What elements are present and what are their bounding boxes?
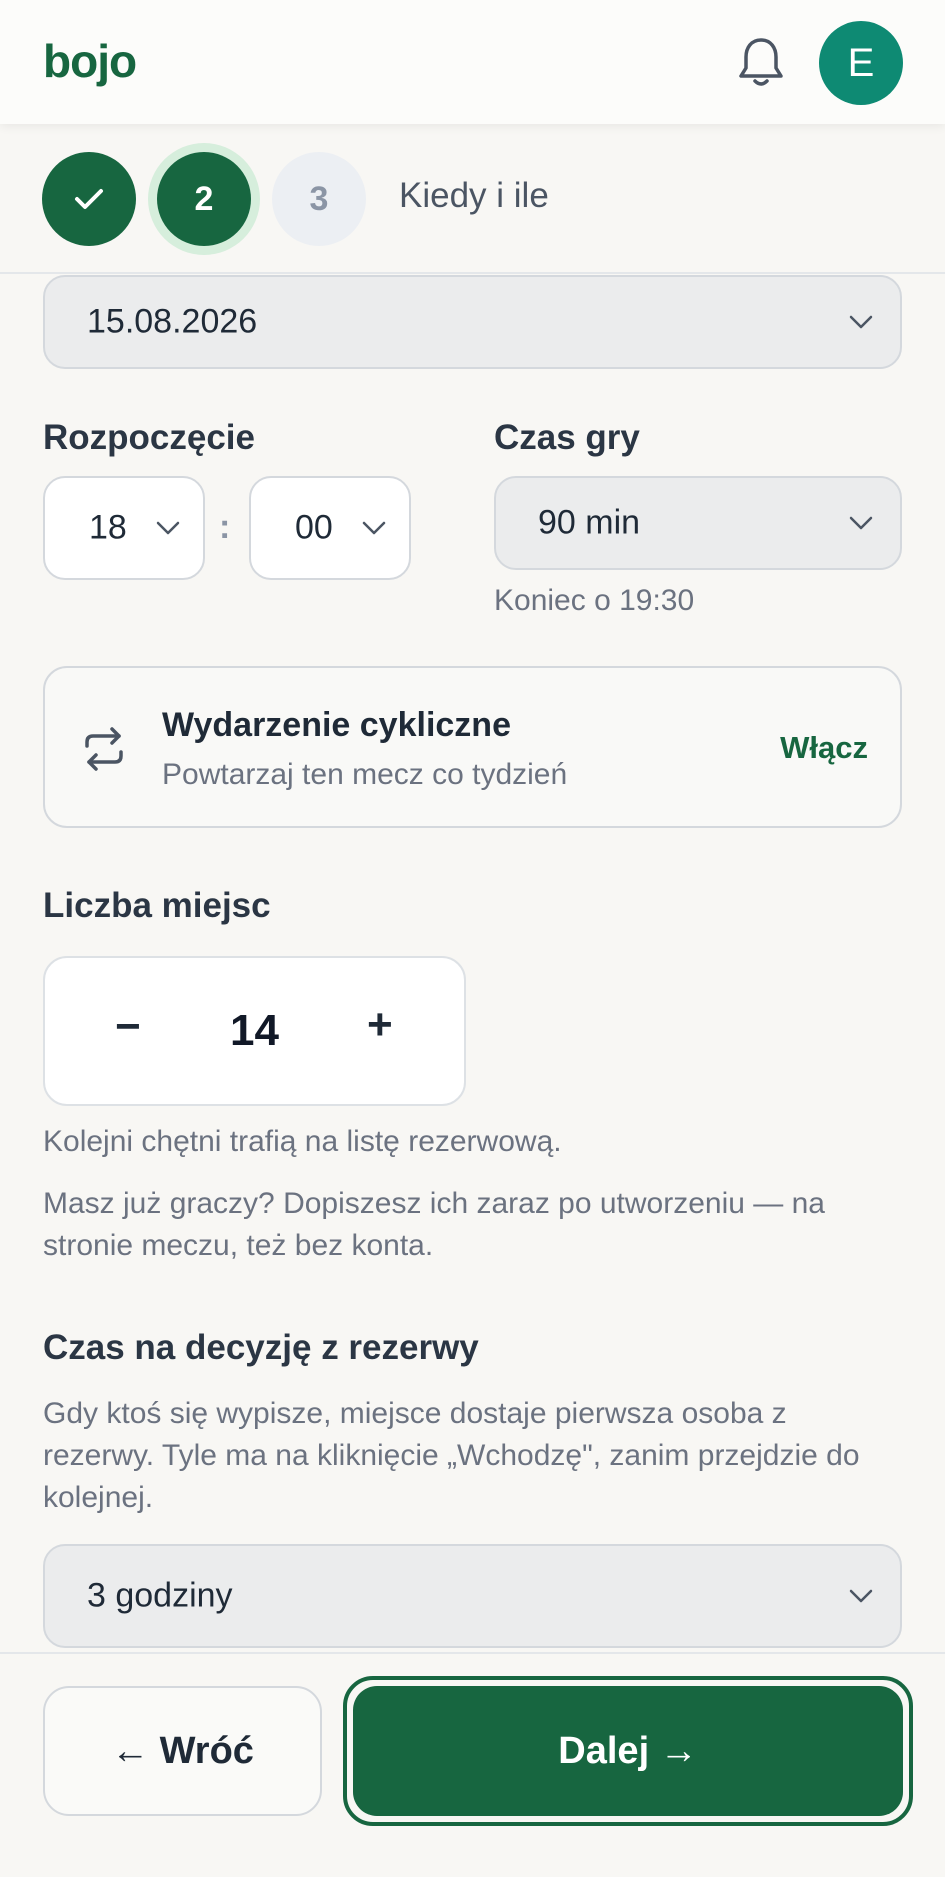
- chevron-down-icon: [849, 1589, 873, 1603]
- progress-stepper: 2 3 Kiedy i ile: [0, 124, 945, 274]
- bottom-action-bar: ← Wróć Dalej →: [0, 1652, 945, 1877]
- duration-label: Czas gry: [494, 418, 640, 457]
- seats-stepper: − 14 +: [43, 956, 466, 1106]
- seats-label: Liczba miejsc: [43, 886, 271, 925]
- step-2-current: 2: [157, 152, 251, 246]
- recurring-enable-button[interactable]: Włącz: [780, 730, 868, 766]
- players-hint: Masz już graczy? Dopiszesz ich zaraz po …: [43, 1187, 825, 1262]
- recurring-subtitle: Powtarzaj ten mecz co tydzień: [162, 758, 568, 791]
- seats-value: 14: [230, 1006, 279, 1055]
- avatar[interactable]: E: [819, 21, 903, 105]
- repeat-icon: [85, 727, 123, 771]
- duration-select[interactable]: 90 min: [494, 476, 902, 570]
- chevron-down-icon: [849, 315, 873, 329]
- check-icon: [75, 189, 103, 209]
- time-separator: :: [219, 508, 231, 546]
- bell-icon[interactable]: [736, 34, 786, 90]
- increment-button[interactable]: +: [367, 1000, 393, 1050]
- recurring-card[interactable]: Wydarzenie cykliczne Powtarzaj ten mecz …: [43, 666, 902, 828]
- reserve-description: Gdy ktoś się wypisze, miejsce dostaje pi…: [43, 1397, 860, 1514]
- duration-value: 90 min: [538, 503, 641, 542]
- chevron-down-icon: [362, 521, 386, 535]
- end-time-text: Koniec o 19:30: [494, 584, 695, 617]
- recurring-title: Wydarzenie cykliczne: [162, 706, 511, 744]
- minute-select[interactable]: 00: [249, 476, 411, 580]
- logo[interactable]: bojo: [43, 34, 137, 88]
- step-title: Kiedy i ile: [399, 176, 549, 215]
- waitlist-hint: Kolejni chętni trafią na listę rezerwową…: [43, 1125, 562, 1158]
- hour-select[interactable]: 18: [43, 476, 205, 580]
- top-bar: bojo E: [0, 0, 945, 124]
- reserve-label: Czas na decyzję z rezerwy: [43, 1328, 479, 1367]
- chevron-down-icon: [849, 516, 873, 530]
- minute-value: 00: [295, 508, 333, 547]
- hour-value: 18: [89, 508, 127, 547]
- back-button[interactable]: ← Wróć: [43, 1686, 322, 1816]
- step-3-todo: 3: [272, 152, 366, 246]
- reserve-time-value: 3 godziny: [87, 1576, 233, 1615]
- date-select[interactable]: 15.08.2026: [43, 275, 902, 369]
- chevron-down-icon: [156, 521, 180, 535]
- step-1-done[interactable]: [42, 152, 136, 246]
- next-button[interactable]: Dalej →: [353, 1686, 903, 1816]
- start-label: Rozpoczęcie: [43, 418, 255, 457]
- date-value: 15.08.2026: [87, 302, 258, 341]
- reserve-time-select[interactable]: 3 godziny: [43, 1544, 902, 1648]
